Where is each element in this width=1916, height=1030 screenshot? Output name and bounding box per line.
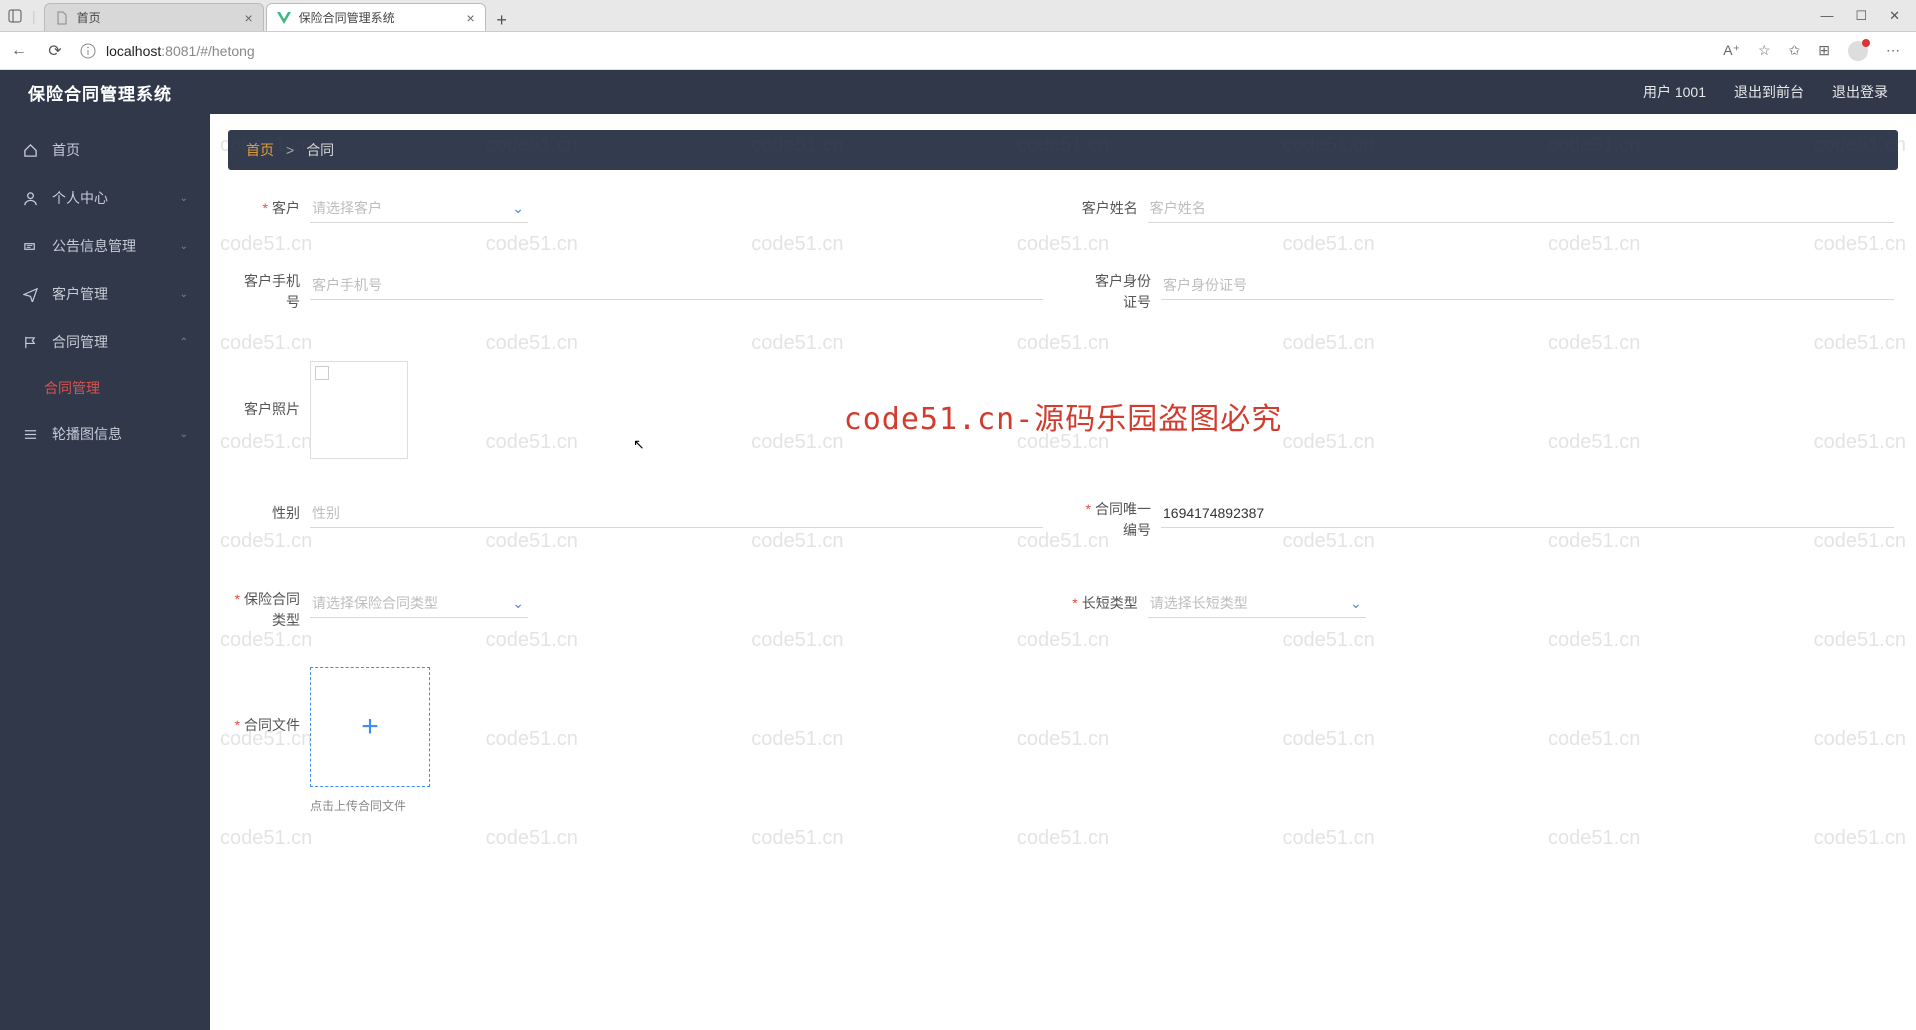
sidebar-item-label: 公告信息管理 bbox=[52, 236, 166, 256]
term-type-select[interactable]: ⌄ bbox=[1148, 589, 1366, 618]
customer-photo-label: 客户照片 bbox=[232, 361, 310, 420]
contract-file-label: *合同文件 bbox=[232, 667, 310, 736]
breadcrumb: 首页 > 合同 bbox=[228, 130, 1898, 170]
app-header: 保险合同管理系统 用户 1001 退出到前台 退出登录 bbox=[0, 70, 1916, 114]
customer-phone-label: 客户手机号 bbox=[232, 271, 310, 313]
plus-icon: + bbox=[361, 710, 379, 744]
breadcrumb-home[interactable]: 首页 bbox=[246, 140, 274, 160]
refresh-icon[interactable]: ⟳ bbox=[44, 41, 66, 61]
home-icon bbox=[22, 143, 38, 158]
sidebar-item-label: 轮播图信息 bbox=[52, 424, 166, 444]
customer-select[interactable]: ⌄ bbox=[310, 194, 528, 223]
read-aloud-icon[interactable]: A⁺ bbox=[1723, 42, 1740, 59]
back-to-front-link[interactable]: 退出到前台 bbox=[1734, 82, 1804, 102]
sidebar-item-home[interactable]: 首页 bbox=[0, 126, 210, 174]
page-icon bbox=[55, 11, 69, 25]
contract-file-upload[interactable]: + bbox=[310, 667, 430, 787]
tab-title: 首页 bbox=[77, 9, 237, 26]
bullhorn-icon bbox=[22, 239, 38, 254]
contract-uid-value: 1694174892387 bbox=[1161, 499, 1894, 528]
favorites-bar-icon[interactable]: ✩ bbox=[1789, 42, 1801, 59]
upload-hint: 点击上传合同文件 bbox=[310, 797, 1043, 814]
sidebar-item-label: 个人中心 bbox=[52, 188, 166, 208]
gender-input[interactable] bbox=[310, 499, 1043, 528]
browser-address-bar: ← ⟳ localhost:8081/#/hetong A⁺ ☆ ✩ ⊞ ⋯ bbox=[0, 32, 1916, 70]
close-icon[interactable]: × bbox=[244, 10, 252, 26]
chevron-down-icon: ⌄ bbox=[180, 429, 188, 440]
new-tab-button[interactable]: + bbox=[488, 10, 516, 31]
collections-icon[interactable]: ⊞ bbox=[1818, 42, 1830, 59]
back-icon[interactable]: ← bbox=[8, 42, 30, 60]
customer-photo-box[interactable] bbox=[310, 361, 408, 459]
breadcrumb-sep: > bbox=[286, 142, 294, 158]
sidebar-subitem-contract[interactable]: 合同管理 bbox=[0, 366, 210, 410]
window-maximize-icon[interactable]: ☐ bbox=[1855, 8, 1867, 24]
user-icon bbox=[22, 191, 38, 206]
sidebar-toggle-icon[interactable] bbox=[8, 9, 22, 23]
send-icon bbox=[22, 287, 38, 302]
sidebar-item-label: 客户管理 bbox=[52, 284, 166, 304]
sidebar-item-customer[interactable]: 客户管理 ⌄ bbox=[0, 270, 210, 318]
info-icon[interactable] bbox=[80, 43, 96, 59]
gender-label: 性别 bbox=[232, 499, 310, 524]
sidebar-item-label: 合同管理 bbox=[52, 332, 166, 352]
customer-phone-input[interactable] bbox=[310, 271, 1043, 300]
contract-form: *客户 ⌄ 客户姓名 bbox=[228, 188, 1898, 830]
favorite-icon[interactable]: ☆ bbox=[1758, 42, 1771, 59]
profile-avatar[interactable] bbox=[1848, 41, 1868, 61]
contract-uid-label: *合同唯一编号 bbox=[1083, 499, 1161, 541]
breadcrumb-current: 合同 bbox=[306, 140, 334, 160]
url-display[interactable]: localhost:8081/#/hetong bbox=[80, 43, 1709, 59]
browser-tab[interactable]: 首页 × bbox=[44, 3, 264, 31]
sidebar-item-profile[interactable]: 个人中心 ⌄ bbox=[0, 174, 210, 222]
customer-label: *客户 bbox=[232, 194, 310, 219]
app-title: 保险合同管理系统 bbox=[28, 80, 172, 105]
insurance-type-label: *保险合同类型 bbox=[232, 589, 310, 631]
sidebar: 首页 个人中心 ⌄ 公告信息管理 ⌄ 客户管理 ⌄ 合同管理 ⌃ 合同管理 轮播… bbox=[0, 114, 210, 1030]
main-content: code51.cncode51.cncode51.cncode51.cncode… bbox=[210, 114, 1916, 1030]
sidebar-item-label: 首页 bbox=[52, 140, 188, 160]
close-icon[interactable]: × bbox=[466, 10, 474, 26]
customer-name-input[interactable] bbox=[1148, 194, 1894, 223]
browser-tab-strip: | 首页 × 保险合同管理系统 × + — ☐ ✕ bbox=[0, 0, 1916, 32]
tab-title: 保险合同管理系统 bbox=[299, 9, 459, 26]
customer-name-label: 客户姓名 bbox=[1070, 194, 1148, 219]
term-type-label: *长短类型 bbox=[1070, 589, 1148, 614]
sidebar-item-notice[interactable]: 公告信息管理 ⌄ bbox=[0, 222, 210, 270]
window-minimize-icon[interactable]: — bbox=[1820, 8, 1833, 24]
chevron-down-icon: ⌄ bbox=[180, 289, 188, 300]
window-close-icon[interactable]: ✕ bbox=[1889, 8, 1900, 24]
more-icon[interactable]: ⋯ bbox=[1886, 42, 1900, 59]
sidebar-item-contract[interactable]: 合同管理 ⌃ bbox=[0, 318, 210, 366]
browser-tab-active[interactable]: 保险合同管理系统 × bbox=[266, 3, 486, 31]
flag-icon bbox=[22, 335, 38, 350]
chevron-down-icon: ⌄ bbox=[180, 241, 188, 252]
chevron-up-icon: ⌃ bbox=[180, 337, 188, 348]
vue-icon bbox=[277, 11, 291, 25]
user-label[interactable]: 用户 1001 bbox=[1643, 82, 1706, 102]
insurance-type-select[interactable]: ⌄ bbox=[310, 589, 528, 618]
customer-id-label: 客户身份证号 bbox=[1083, 271, 1161, 313]
chevron-down-icon: ⌄ bbox=[180, 193, 188, 204]
logout-link[interactable]: 退出登录 bbox=[1832, 82, 1888, 102]
sliders-icon bbox=[22, 427, 38, 442]
sidebar-item-carousel[interactable]: 轮播图信息 ⌄ bbox=[0, 410, 210, 458]
customer-id-input[interactable] bbox=[1161, 271, 1894, 300]
